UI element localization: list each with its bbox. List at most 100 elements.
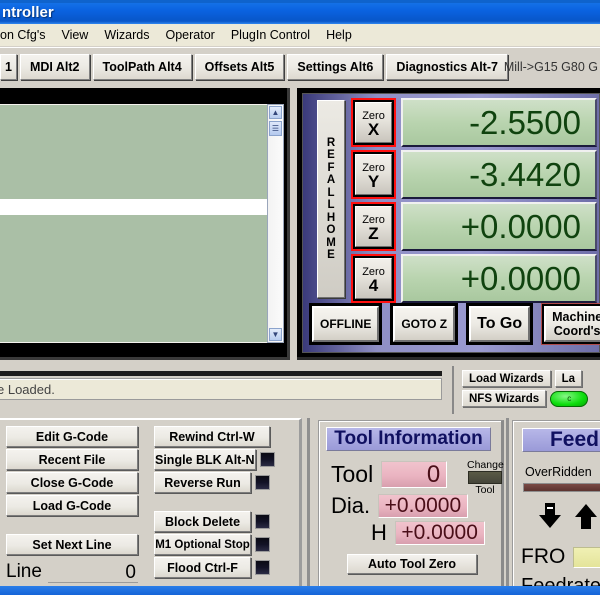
line-number-field[interactable]: 0 <box>47 561 138 583</box>
feed-decrease-icon[interactable] <box>539 503 561 529</box>
tool-dia-row: Dia. +0.0000 <box>331 493 469 519</box>
status-divider <box>0 371 442 376</box>
feed-title: Feed <box>522 428 600 452</box>
menu-item-config[interactable]: on Cfg's <box>0 26 53 44</box>
panel-divider-right <box>506 418 509 595</box>
scroll-down-icon[interactable]: ▼ <box>269 328 282 341</box>
dro-z-value[interactable]: +0.0000 <box>401 202 597 251</box>
tab-program-run[interactable]: 1 <box>0 54 17 80</box>
menu-item-plugin-control[interactable]: PlugIn Control <box>223 26 318 44</box>
tab-row: 1 MDI Alt2 ToolPath Alt4 Offsets Alt5 Se… <box>0 54 511 80</box>
feed-panel: Feed OverRidden FRO Feedrate <box>512 420 600 595</box>
fro-row: FRO <box>521 545 600 569</box>
menu-bar: on Cfg's View Wizards Operator PlugIn Co… <box>0 24 600 47</box>
load-wizards-button[interactable]: Load Wizards <box>462 370 551 387</box>
menu-item-view[interactable]: View <box>53 26 96 44</box>
titlebar-highlight <box>0 0 600 3</box>
status-bar-area: e Loaded. <box>0 367 450 413</box>
dro-4-value[interactable]: +0.0000 <box>401 254 597 303</box>
tool-number-row: Tool 0 <box>331 461 448 488</box>
set-next-line-button[interactable]: Set Next Line <box>6 534 138 555</box>
overridden-label: OverRidden <box>525 465 592 479</box>
menu-item-wizards[interactable]: Wizards <box>96 26 157 44</box>
feed-increase-icon[interactable] <box>575 503 597 529</box>
gcode-list[interactable] <box>0 104 281 343</box>
gcode-scrollbar[interactable]: ▲ ☰ ▼ <box>267 104 284 343</box>
nfs-wizards-button[interactable]: NFS Wizards <box>462 390 547 407</box>
m1-optional-stop-led <box>255 537 270 552</box>
zero-z-axis: Z <box>368 223 379 243</box>
block-delete-button[interactable]: Block Delete <box>154 511 251 532</box>
rewind-button[interactable]: Rewind Ctrl-W <box>154 426 270 447</box>
change-tool-label-top: Change <box>467 459 504 471</box>
gcode-mode-status: Mill->G15 G80 G <box>503 60 598 74</box>
scrollbar-thumb[interactable]: ☰ <box>269 121 282 136</box>
fro-label: FRO <box>521 545 566 568</box>
flood-button[interactable]: Flood Ctrl-F <box>154 557 251 578</box>
change-tool-button[interactable] <box>468 471 502 484</box>
gcode-file-buttons: Edit G-Code Recent File Close G-Code Loa… <box>6 426 138 595</box>
scroll-up-icon[interactable]: ▲ <box>269 106 282 119</box>
dro-row-4: +0.0000 <box>401 254 597 303</box>
dro-y-value[interactable]: -3.4420 <box>401 150 597 199</box>
zero-4-axis: 4 <box>368 275 379 295</box>
tab-diagnostics[interactable]: Diagnostics Alt-7 <box>386 54 508 80</box>
edit-gcode-button[interactable]: Edit G-Code <box>6 426 138 447</box>
offline-button[interactable]: OFFLINE <box>309 303 383 345</box>
feed-arrow-buttons <box>539 503 597 529</box>
machine-coords-button[interactable]: Machine Coord's <box>541 303 600 345</box>
change-tool-control[interactable]: Change Tool <box>467 459 504 496</box>
fro-field[interactable] <box>573 546 600 568</box>
tab-settings[interactable]: Settings Alt6 <box>287 54 384 80</box>
tool-number-field[interactable]: 0 <box>381 461 448 488</box>
dro-row-z: +0.0000 <box>401 202 597 251</box>
tab-offsets[interactable]: Offsets Alt5 <box>194 54 285 80</box>
dro-x-value[interactable]: -2.5500 <box>401 98 597 147</box>
machine-coords-line1: Machine <box>552 310 600 324</box>
single-blk-led <box>259 452 275 467</box>
recent-file-button[interactable]: Recent File <box>6 449 138 470</box>
m1-optional-stop-button[interactable]: M1 Optional Stop <box>154 534 251 555</box>
zero-x-button[interactable]: Zero X <box>351 98 396 147</box>
gcode-list-selected-row[interactable] <box>0 199 280 215</box>
change-tool-label-bottom: Tool <box>475 484 495 496</box>
override-bar[interactable] <box>523 483 600 492</box>
zero-z-button[interactable]: Zero Z <box>351 202 396 251</box>
last-wizard-button[interactable]: La <box>554 370 583 387</box>
menu-item-operator[interactable]: Operator <box>158 26 223 44</box>
to-go-button[interactable]: To Go <box>466 303 534 345</box>
h-field[interactable]: +0.0000 <box>394 521 485 545</box>
close-gcode-button[interactable]: Close G-Code <box>6 472 138 493</box>
tab-mdi[interactable]: MDI Alt2 <box>19 54 90 80</box>
gcode-list-block-bottom <box>0 215 280 309</box>
gcode-viewer-frame: ▲ ☰ ▼ <box>0 88 290 360</box>
dro-panel-frame: REF ALL HOME Zero X Zero Y Zero Z Zero 4… <box>297 88 600 360</box>
reverse-run-button[interactable]: Reverse Run <box>154 472 251 493</box>
dro-panel: REF ALL HOME Zero X Zero Y Zero Z Zero 4… <box>302 93 600 353</box>
zero-y-axis: Y <box>367 171 380 191</box>
wizard-status-led: c <box>550 390 589 407</box>
zero-4-button[interactable]: Zero 4 <box>351 254 396 303</box>
m1-optional-stop-row: M1 Optional Stop <box>154 534 270 555</box>
tab-toolpath[interactable]: ToolPath Alt4 <box>92 54 192 80</box>
dia-field[interactable]: +0.0000 <box>378 494 469 518</box>
flood-led <box>255 560 270 575</box>
ref-all-home-button[interactable]: REF ALL HOME <box>317 100 345 298</box>
window-titlebar: ntroller <box>0 0 600 24</box>
auto-tool-zero-button[interactable]: Auto Tool Zero <box>347 554 477 574</box>
single-blk-button[interactable]: Single BLK Alt-N <box>154 449 256 470</box>
wizards-panel: Load Wizards La NFS Wizards c <box>452 366 600 414</box>
zero-x-axis: X <box>367 119 380 139</box>
line-number-row: Line 0 <box>6 561 138 583</box>
tool-information-panel: Tool Information Tool 0 Change Tool Dia.… <box>318 420 504 595</box>
zero-y-button[interactable]: Zero Y <box>351 150 396 199</box>
gcode-control-panel: Edit G-Code Recent File Close G-Code Loa… <box>0 418 302 595</box>
panel-divider-left <box>307 418 310 595</box>
line-label: Line <box>6 561 42 582</box>
load-gcode-button[interactable]: Load G-Code <box>6 495 138 516</box>
goto-z-button[interactable]: GOTO Z <box>390 303 459 345</box>
menu-item-help[interactable]: Help <box>318 26 360 44</box>
flood-row: Flood Ctrl-F <box>154 557 270 578</box>
